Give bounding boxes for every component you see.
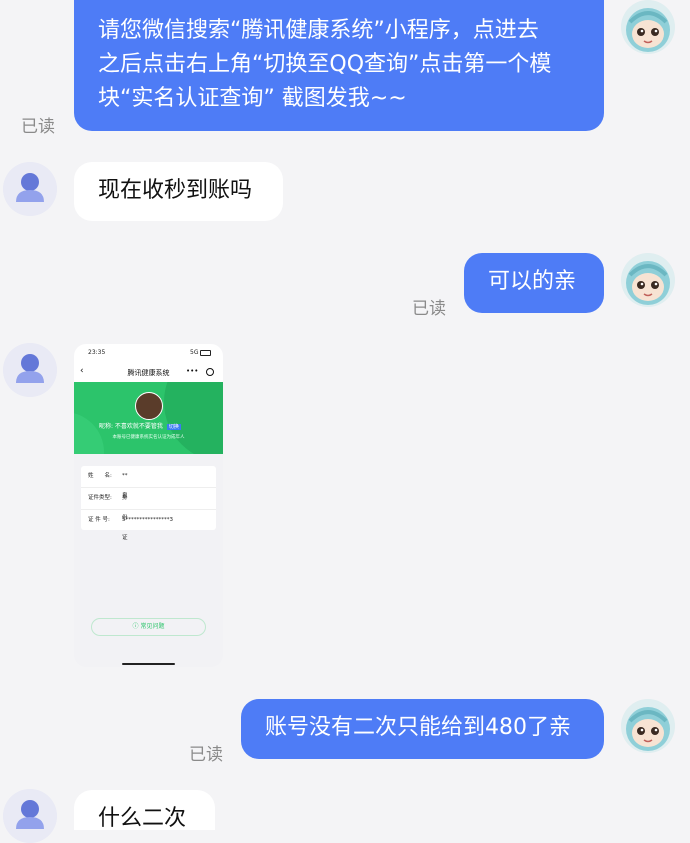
faq-label: 常见问题 [140, 623, 165, 630]
nickname-text: 昵称: 不喜欢就不要管我 [99, 423, 163, 430]
status-time: 23:35 [88, 349, 106, 356]
identity-card: 姓 名: **泉 证件类型: 身份证 证 件 号: 5*************… [81, 466, 216, 541]
field-row: 证 件 号: 5****************3 [88, 510, 173, 530]
message-text: 什么二次 [98, 806, 187, 831]
message-text: 账号没有二次只能给到480了亲 [265, 715, 571, 740]
user-avatar[interactable] [621, 253, 675, 307]
read-status: 已读 [412, 299, 446, 319]
phone-status-bar: 23:35 5G [74, 344, 223, 362]
user-avatar[interactable] [621, 0, 675, 54]
home-indicator [122, 663, 175, 665]
field-label: 姓 名: [88, 473, 112, 479]
contact-avatar[interactable] [3, 343, 57, 397]
message-bubble-outgoing[interactable]: 可以的亲 [464, 253, 604, 313]
mini-program-nav: ‹ 腾讯健康系统 ••• [74, 362, 223, 382]
more-icon[interactable]: ••• [186, 367, 198, 375]
message-bubble-incoming[interactable]: 什么二次 [74, 790, 215, 831]
default-person-icon [3, 789, 57, 843]
verification-subtitle: 本账号已健康系统实名认证为成年人 [112, 435, 185, 440]
message-text-line: 之后点击右上角“切换至QQ查询”点击第一个模 [98, 52, 552, 77]
message-text-line: 请您微信搜索“腾讯健康系统”小程序，点进去 [98, 18, 539, 43]
message-bubble-outgoing[interactable]: 账号没有二次只能给到480了亲 [241, 699, 604, 759]
cartoon-avatar-icon [621, 253, 675, 307]
read-status: 已读 [189, 745, 223, 765]
field-row: 姓 名: **泉 [88, 466, 128, 499]
battery-icon [200, 350, 211, 356]
faq-button[interactable]: ⓘ 常见问题 [91, 618, 206, 636]
message-bubble-outgoing[interactable]: 请您微信搜索“腾讯健康系统”小程序，点进去 之后点击右上角“切换至QQ查询”点击… [74, 0, 604, 131]
message-text-line: 块“实名认证查询” 截图发我~~ [98, 86, 407, 111]
message-bubble-incoming[interactable]: 现在收秒到账吗 [74, 162, 283, 221]
field-row: 证件类型: 身份证 [88, 488, 128, 541]
field-label: 证件类型: [88, 495, 112, 501]
status-signal: 5G [190, 349, 199, 356]
profile-banner: 昵称: 不喜欢就不要管我 切换 本账号已健康系统实名认证为成年人 [74, 382, 223, 454]
field-label: 证 件 号: [88, 517, 110, 523]
message-text: 可以的亲 [488, 269, 577, 294]
message-text: 现在收秒到账吗 [98, 178, 253, 203]
mini-program-title: 腾讯健康系统 [127, 369, 170, 377]
default-person-icon [3, 162, 57, 216]
help-circle-icon: ⓘ [132, 623, 139, 630]
image-message[interactable]: 23:35 5G ‹ 腾讯健康系统 ••• 昵称: 不喜欢就不要管我 切换 本账… [74, 344, 223, 667]
contact-avatar[interactable] [3, 789, 57, 843]
close-target-icon[interactable] [206, 368, 214, 376]
profile-photo [135, 392, 163, 420]
cartoon-avatar-icon [621, 0, 675, 54]
switch-tag[interactable]: 切换 [166, 424, 181, 430]
read-status: 已读 [21, 117, 55, 137]
field-value: 5****************3 [122, 517, 173, 523]
user-avatar[interactable] [621, 699, 675, 753]
contact-avatar[interactable] [3, 162, 57, 216]
cartoon-avatar-icon [621, 699, 675, 753]
default-person-icon [3, 343, 57, 397]
